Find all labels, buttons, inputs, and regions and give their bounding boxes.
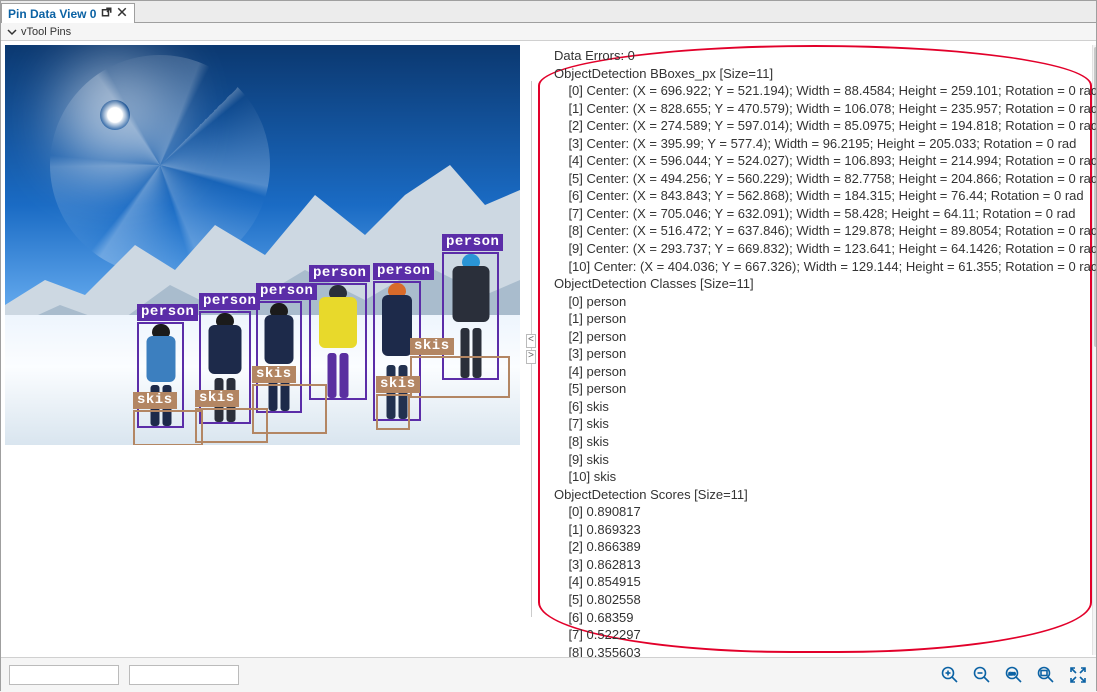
zoom-out-icon[interactable]	[972, 665, 992, 685]
skier-figure	[260, 303, 298, 411]
panel-header[interactable]: vTool Pins	[1, 23, 1096, 41]
popout-icon[interactable]	[101, 6, 113, 21]
status-fields	[9, 665, 239, 685]
splitter-collapse-left[interactable]: <	[526, 334, 536, 348]
scrollbar[interactable]	[1092, 45, 1096, 655]
skier-figure	[446, 254, 495, 378]
tab-pin-data-view[interactable]: Pin Data View 0	[1, 3, 135, 23]
skier-figure	[203, 313, 247, 422]
pane-splitter[interactable]: < >	[524, 41, 538, 657]
splitter-collapse-right[interactable]: >	[526, 350, 536, 364]
status-field-1[interactable]	[9, 665, 119, 685]
chevron-down-icon	[7, 27, 17, 37]
status-field-2[interactable]	[129, 665, 239, 685]
fullscreen-icon[interactable]	[1068, 665, 1088, 685]
image-pane: personpersonpersonpersonpersonpersonskis…	[1, 41, 524, 657]
zoom-toolbar: 100	[940, 665, 1088, 685]
zoom-fit-icon[interactable]	[1036, 665, 1056, 685]
tab-title: Pin Data View 0	[8, 7, 96, 21]
detection-data-text[interactable]: Data Errors: 0 ObjectDetection BBoxes_px…	[546, 47, 1080, 657]
work-area: personpersonpersonpersonpersonpersonskis…	[1, 41, 1096, 658]
status-bar: 100	[1, 658, 1096, 692]
close-icon[interactable]	[116, 6, 128, 21]
skier-figure	[313, 285, 363, 398]
skier-figure	[377, 283, 417, 419]
tab-bar: Pin Data View 0	[1, 1, 1096, 23]
data-pane: Data Errors: 0 ObjectDetection BBoxes_px…	[538, 41, 1096, 657]
zoom-in-icon[interactable]	[940, 665, 960, 685]
zoom-100-icon[interactable]: 100	[1004, 665, 1024, 685]
detection-image[interactable]: personpersonpersonpersonpersonpersonskis…	[5, 45, 520, 445]
skier-figure	[141, 324, 180, 426]
panel-title: vTool Pins	[21, 26, 71, 38]
svg-text:100: 100	[1009, 671, 1016, 676]
